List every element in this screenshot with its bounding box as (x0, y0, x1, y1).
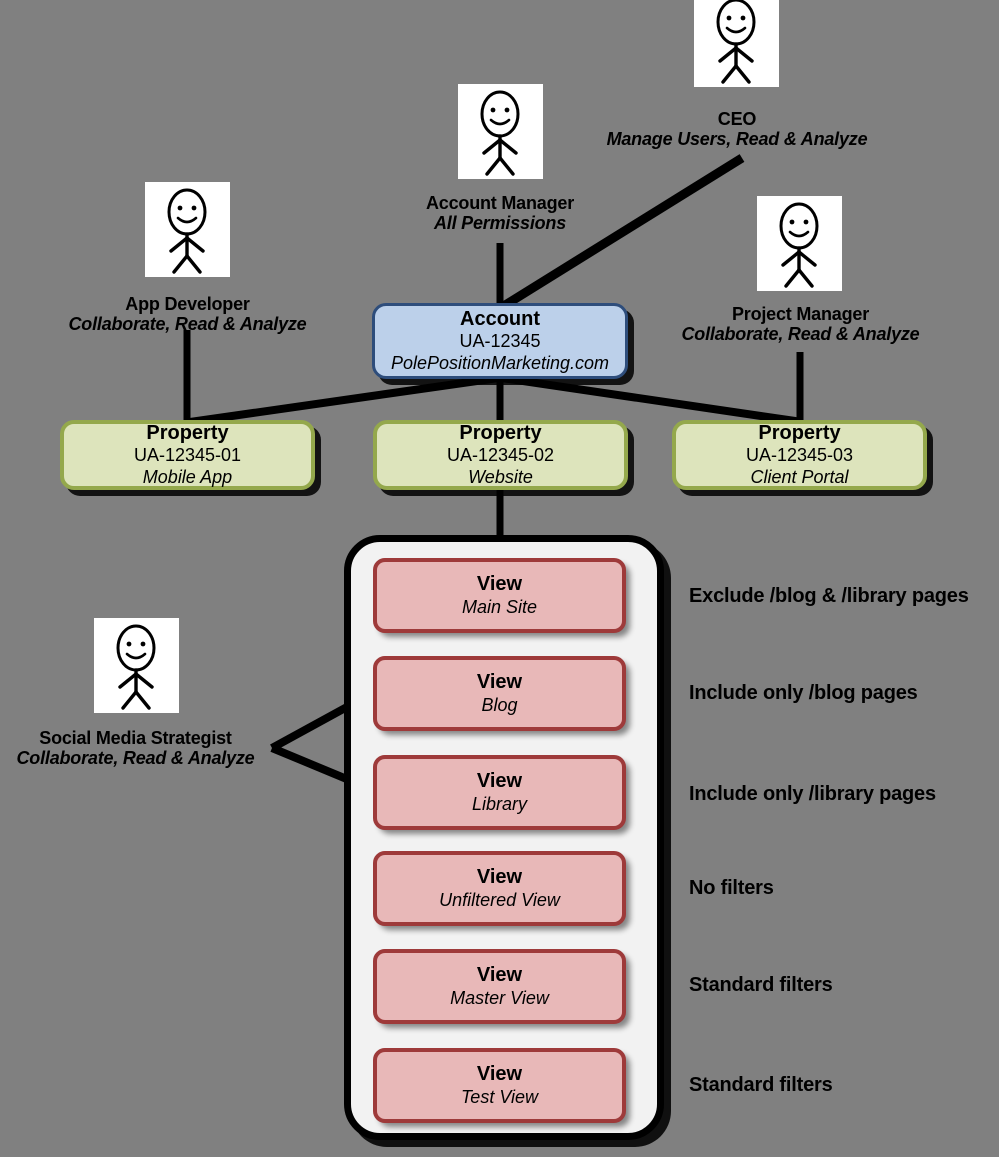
view-sub-2: Blog (481, 694, 518, 715)
account-node[interactable]: Account UA-12345 PolePositionMarketing.c… (372, 303, 628, 379)
view-title-3: View (476, 769, 523, 792)
role-label-social-media-strategist: Social Media Strategist Collaborate, Rea… (3, 728, 268, 768)
role-label-project-manager: Project Manager Collaborate, Read & Anal… (668, 304, 933, 344)
view-note-3: Include only /library pages (689, 783, 936, 805)
stick-figure-icon-social-media-strategist (94, 618, 179, 713)
view-node-2[interactable]: View Blog (373, 656, 626, 731)
property-node-1[interactable]: Property UA-12345-01 Mobile App (60, 420, 315, 490)
role-permissions-project-manager: Collaborate, Read & Analyze (681, 324, 920, 345)
stick-figure-icon-ceo (694, 0, 779, 87)
view-sub-3: Library (471, 793, 528, 814)
property-sub-1: Mobile App (142, 466, 233, 487)
view-node-3[interactable]: View Library (373, 755, 626, 830)
view-title-6: View (476, 1062, 523, 1085)
view-title-4: View (476, 865, 523, 888)
role-permissions-social-media-strategist: Collaborate, Read & Analyze (16, 748, 255, 769)
view-node-6[interactable]: View Test View (373, 1048, 626, 1123)
view-node-5[interactable]: View Master View (373, 949, 626, 1024)
view-sub-5: Master View (450, 987, 549, 1008)
role-title-account-manager: Account Manager (425, 193, 575, 213)
view-note-4: No filters (689, 877, 774, 899)
stick-figure-icon-app-developer (145, 182, 230, 277)
role-title-project-manager: Project Manager (731, 304, 870, 324)
view-node-4[interactable]: View Unfiltered View (373, 851, 626, 926)
property-node-3[interactable]: Property UA-12345-03 Client Portal (672, 420, 927, 490)
role-permissions-app-developer: Collaborate, Read & Analyze (68, 314, 307, 335)
role-permissions-account-manager: All Permissions (433, 213, 567, 234)
view-title-2: View (476, 670, 523, 693)
view-note-6: Standard filters (689, 1074, 833, 1096)
stick-figure-icon-account-manager (458, 84, 543, 179)
role-permissions-ceo: Manage Users, Read & Analyze (606, 129, 868, 150)
property-id-2: UA-12345-02 (446, 445, 555, 466)
role-title-social-media-strategist: Social Media Strategist (39, 728, 232, 748)
property-node-2[interactable]: Property UA-12345-02 Website (373, 420, 628, 490)
view-node-1[interactable]: View Main Site (373, 558, 626, 633)
account-title: Account (460, 307, 540, 330)
role-label-account-manager: Account Manager All Permissions (375, 193, 625, 233)
view-note-5: Standard filters (689, 974, 833, 996)
property-sub-2: Website (468, 466, 533, 487)
property-id-1: UA-12345-01 (133, 445, 242, 466)
view-sub-6: Test View (460, 1086, 539, 1107)
property-title-3: Property (758, 421, 841, 444)
property-id-3: UA-12345-03 (745, 445, 854, 466)
property-title-1: Property (146, 421, 229, 444)
property-sub-3: Client Portal (750, 466, 849, 487)
role-label-app-developer: App Developer Collaborate, Read & Analyz… (55, 294, 320, 334)
connector-account-to-property-3 (501, 374, 803, 426)
role-label-ceo: CEO Manage Users, Read & Analyze (587, 109, 887, 149)
account-domain: PolePositionMarketing.com (390, 352, 610, 373)
role-title-app-developer: App Developer (125, 294, 250, 314)
role-title-ceo: CEO (717, 109, 757, 129)
view-note-1: Exclude /blog & /library pages (689, 585, 969, 607)
account-id: UA-12345 (459, 331, 541, 352)
stick-figure-icon-project-manager (757, 196, 842, 291)
diagram-canvas: CEO Manage Users, Read & Analyze Account… (0, 0, 999, 1157)
view-sub-4: Unfiltered View (439, 889, 560, 910)
view-sub-1: Main Site (461, 596, 538, 617)
connector-account-to-property-1 (189, 374, 499, 426)
property-title-2: Property (459, 421, 542, 444)
view-note-2: Include only /blog pages (689, 682, 918, 704)
view-title-5: View (476, 963, 523, 986)
view-title-1: View (476, 572, 523, 595)
